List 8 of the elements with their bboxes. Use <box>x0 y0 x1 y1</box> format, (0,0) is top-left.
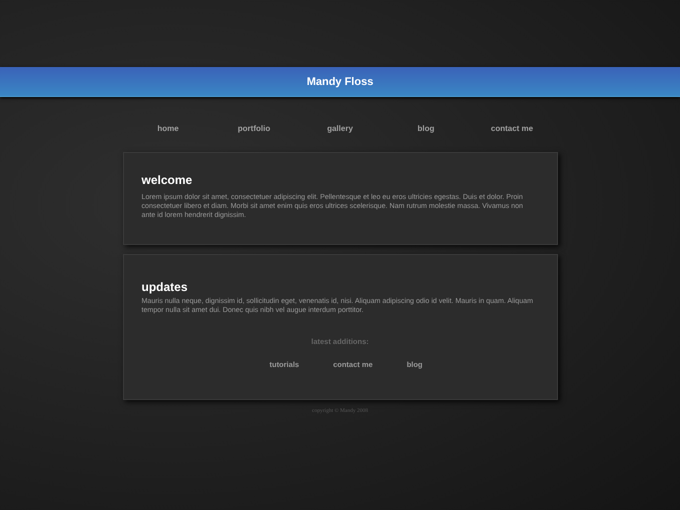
nav-link[interactable]: portfolio <box>211 124 297 133</box>
section-heading: welcome <box>142 173 194 187</box>
nav-link[interactable]: gallery <box>297 124 383 133</box>
nav-link[interactable]: blog <box>383 124 469 133</box>
site-title: Mandy Floss <box>306 76 374 88</box>
nav-link[interactable]: contact me <box>469 124 555 133</box>
nav-link[interactable]: home <box>125 124 211 133</box>
section-heading: updates <box>142 280 189 294</box>
